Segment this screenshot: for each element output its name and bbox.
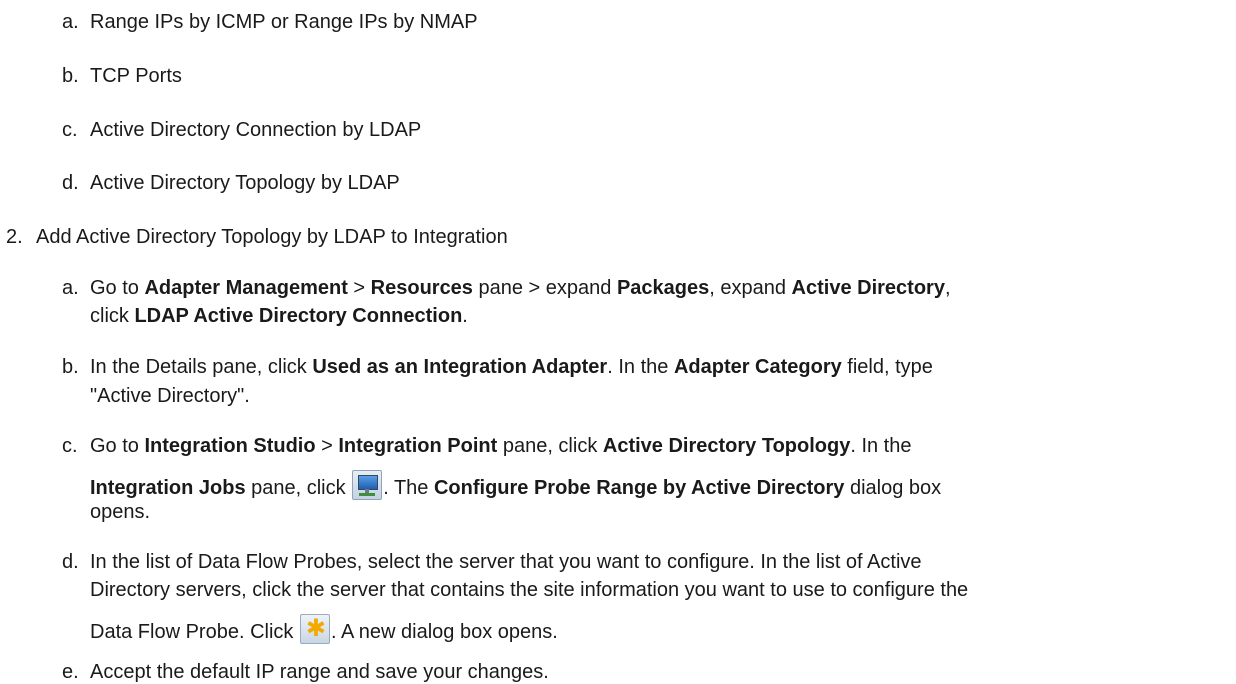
ui-term-configure-probe-range-dialog: Configure Probe Range by Active Director… [433,477,845,499]
list-item: b. TCP Ports [62,64,182,88]
ui-term-ldap-ad-connection: LDAP Active Directory Connection [134,305,463,327]
sub-step-c-continued: Integration Jobs pane, click . The Confi… [90,470,941,500]
text-run: Go to [90,277,145,299]
text-run: field, type [841,356,933,378]
text-run: In the Details pane, click [90,356,313,378]
ui-term-integration-jobs: Integration Jobs [90,477,246,499]
list-marker: e. [62,661,79,683]
text-run: pane > expand [472,277,617,299]
text-run: , expand [709,277,792,299]
text-run: Directory servers, click the server that… [90,579,969,601]
ui-term-adapter-management: Adapter Management [144,277,348,299]
text-run: > [347,277,371,299]
text-run: "Active Directory". [90,385,250,407]
ui-term-resources: Resources [370,277,473,299]
text-run: . A new dialog box opens. [330,621,558,643]
text-run: dialog box [844,477,942,499]
list-marker: a. [62,277,79,299]
ui-term-used-as-integration-adapter: Used as an Integration Adapter [312,356,608,378]
list-item-text: Range IPs by ICMP or Range IPs by NMAP [90,11,478,33]
sub-step-c: c. Go to Integration Studio > Integration… [62,434,911,458]
list-marker: c. [62,435,78,457]
text-run: . In the [607,356,674,378]
list-marker: d. [62,172,79,194]
text-run: , [944,277,951,299]
text-run: > [315,435,339,457]
text-run: pane, click [245,477,352,499]
sub-step-d-continued-2: Data Flow Probe. Click ✱. A new dialog b… [90,614,558,644]
document-page: a. Range IPs by ICMP or Range IPs by NMAP… [0,0,1236,683]
text-run: . The [383,477,434,499]
step-text: Add Active Directory Topology by LDAP to… [36,226,508,248]
text-run: In the list of Data Flow Probes, select … [90,551,922,573]
configure-probe-range-icon [352,470,383,500]
text-run: click [90,305,135,327]
list-marker: b. [62,65,79,87]
new-item-star-icon: ✱ [299,614,330,644]
sub-step-c-continued-2: opens. [90,500,150,524]
sub-step-d: d. In the list of Data Flow Probes, selec… [62,550,922,574]
list-item: a. Range IPs by ICMP or Range IPs by NMAP [62,10,478,34]
ui-term-integration-studio: Integration Studio [144,435,316,457]
list-item-text: Active Directory Topology by LDAP [90,172,400,194]
list-item: c. Active Directory Connection by LDAP [62,118,421,142]
list-marker: c. [62,119,78,141]
list-item-text: TCP Ports [90,65,182,87]
text-run: pane, click [497,435,603,457]
sub-step-a-continued: click LDAP Active Directory Connection. [90,304,468,328]
sub-step-e: e. Accept the default IP range and save y… [62,660,549,684]
text-run: Go to [90,435,145,457]
sub-step-b: b. In the Details pane, click Used as an … [62,355,933,379]
step-number: 2. [6,226,23,248]
text-run: . [462,305,468,327]
text-run: opens. [90,501,151,523]
ui-term-adapter-category: Adapter Category [673,356,842,378]
sub-step-b-continued: "Active Directory". [90,384,250,408]
list-marker: d. [62,551,79,573]
list-item-text: Accept the default IP range and save you… [90,661,549,683]
ui-term-packages: Packages [616,277,710,299]
text-run: . In the [850,435,912,457]
sub-step-a: a. Go to Adapter Management > Resources p… [62,276,951,300]
list-marker: a. [62,11,79,33]
ui-term-integration-point: Integration Point [338,435,498,457]
ui-term-active-directory-topology: Active Directory Topology [602,435,851,457]
list-marker: b. [62,356,79,378]
numbered-step: 2. Add Active Directory Topology by LDAP … [6,225,508,249]
list-item-text: Active Directory Connection by LDAP [90,119,422,141]
ui-term-active-directory: Active Directory [791,277,945,299]
text-run: Data Flow Probe. Click [90,621,299,643]
list-item: d. Active Directory Topology by LDAP [62,171,400,195]
sub-step-d-continued: Directory servers, click the server that… [90,578,968,602]
